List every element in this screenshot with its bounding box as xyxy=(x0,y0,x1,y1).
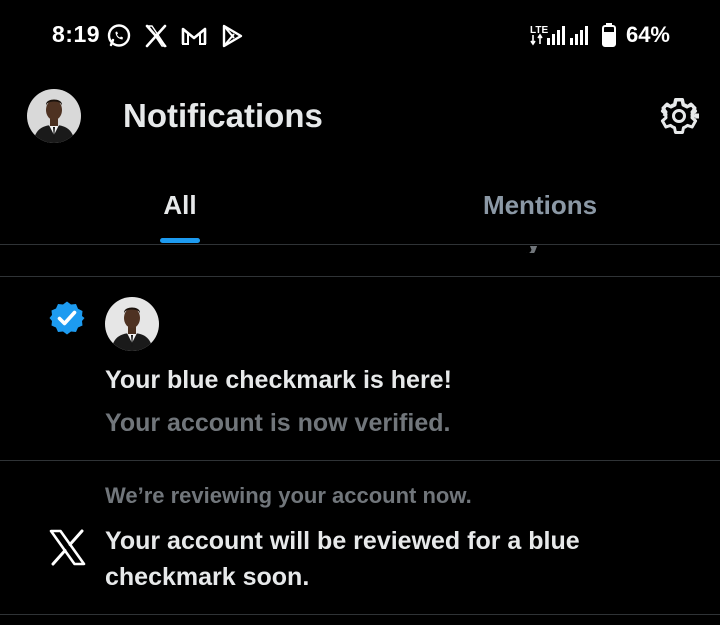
profile-avatar[interactable] xyxy=(105,297,159,351)
status-notification-icons xyxy=(106,23,244,49)
whatsapp-icon xyxy=(107,24,131,47)
status-time: 8:19 xyxy=(52,21,101,47)
notification-divider xyxy=(0,460,720,461)
x-icon xyxy=(145,24,167,48)
notification-subtitle: Your account is now verified. xyxy=(105,409,451,437)
status-bar: 8:19 LTE 64% xyxy=(0,0,720,72)
gear-icon xyxy=(660,98,701,134)
profile-avatar[interactable] xyxy=(27,89,81,143)
notification-caption: We’re reviewing your account now. xyxy=(105,483,472,508)
notification-divider xyxy=(0,614,720,615)
gmail-icon xyxy=(181,27,207,45)
tab-all-label: All xyxy=(163,190,197,220)
battery-icon xyxy=(601,23,616,47)
active-tab-indicator xyxy=(160,238,200,243)
lte-signal-icon: LTE xyxy=(530,25,588,46)
tab-all[interactable]: All xyxy=(0,172,360,244)
settings-button[interactable] xyxy=(659,96,701,136)
tab-bar: All Mentions xyxy=(0,172,720,244)
svg-text:LTE: LTE xyxy=(530,25,548,36)
tab-mentions[interactable]: Mentions xyxy=(360,172,720,244)
scrolled-content-fragment: y xyxy=(525,246,541,253)
verified-badge-icon xyxy=(49,301,85,335)
status-system-icons: LTE 64% xyxy=(530,22,670,48)
header: Notifications xyxy=(0,72,720,162)
play-store-icon xyxy=(222,24,243,48)
notification-body: Your account will be reviewed for a blue… xyxy=(105,527,580,591)
tab-divider xyxy=(0,244,720,245)
notification-title: Your blue checkmark is here! xyxy=(105,366,452,394)
x-logo-icon xyxy=(49,529,86,566)
tab-mentions-label: Mentions xyxy=(482,190,598,220)
page-title: Notifications xyxy=(123,97,323,134)
notification-divider xyxy=(0,276,720,277)
battery-percentage: 64% xyxy=(625,22,670,47)
